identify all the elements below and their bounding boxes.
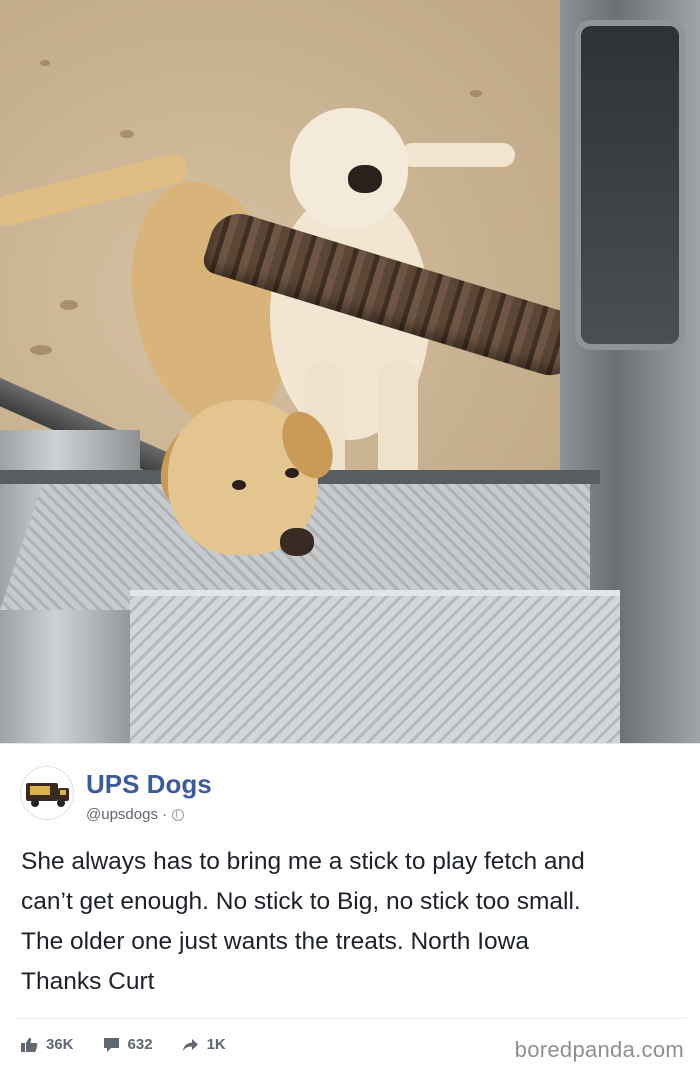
dog-eye xyxy=(285,468,299,478)
watermark: boredpanda.com xyxy=(514,1037,684,1062)
dog-head xyxy=(290,108,408,228)
comment-icon xyxy=(103,1037,119,1052)
ground-detail xyxy=(120,130,134,138)
likes-count[interactable]: 36K xyxy=(20,1036,74,1053)
post-card: UPS Dogs @upsdogs · She always has to br… xyxy=(0,743,700,1074)
dog-nose xyxy=(280,528,314,556)
globe-icon xyxy=(171,808,184,821)
page-name[interactable]: UPS Dogs xyxy=(86,769,212,800)
post-photo[interactable] xyxy=(0,0,700,743)
shares-value: 1K xyxy=(206,1036,226,1053)
post-text-line: She always has to bring me a stick to pl… xyxy=(21,848,585,875)
likes-value: 36K xyxy=(46,1036,74,1053)
ground-detail xyxy=(60,300,78,310)
page-handle[interactable]: @upsdogs xyxy=(86,806,158,823)
post-text-line: The older one just wants the treats. Nor… xyxy=(21,928,529,955)
meta-separator: · xyxy=(161,806,167,823)
dog-nose xyxy=(348,165,382,193)
ground-detail xyxy=(470,90,482,97)
ups-truck-icon xyxy=(26,783,69,807)
share-arrow-icon xyxy=(182,1038,198,1051)
dog-eye xyxy=(232,480,246,490)
comments-count[interactable]: 632 xyxy=(103,1036,153,1053)
dog-tail xyxy=(400,143,515,167)
post-meta: @upsdogs · xyxy=(86,806,184,823)
ground-detail xyxy=(30,345,52,355)
post-text-line: can’t get enough. No stick to Big, no st… xyxy=(21,888,581,915)
shares-count[interactable]: 1K xyxy=(182,1036,226,1053)
thumbs-up-icon xyxy=(21,1037,38,1052)
divider xyxy=(14,1018,686,1019)
comments-value: 632 xyxy=(127,1036,153,1053)
truck-door xyxy=(575,20,685,350)
post-stats: 36K 632 1K xyxy=(20,1036,255,1053)
post-text: She always has to bring me a stick to pl… xyxy=(21,842,681,1002)
post-text-line: Thanks Curt xyxy=(21,968,155,995)
ground-detail xyxy=(40,60,50,66)
truck-step xyxy=(130,590,620,743)
page-avatar[interactable] xyxy=(20,766,74,820)
